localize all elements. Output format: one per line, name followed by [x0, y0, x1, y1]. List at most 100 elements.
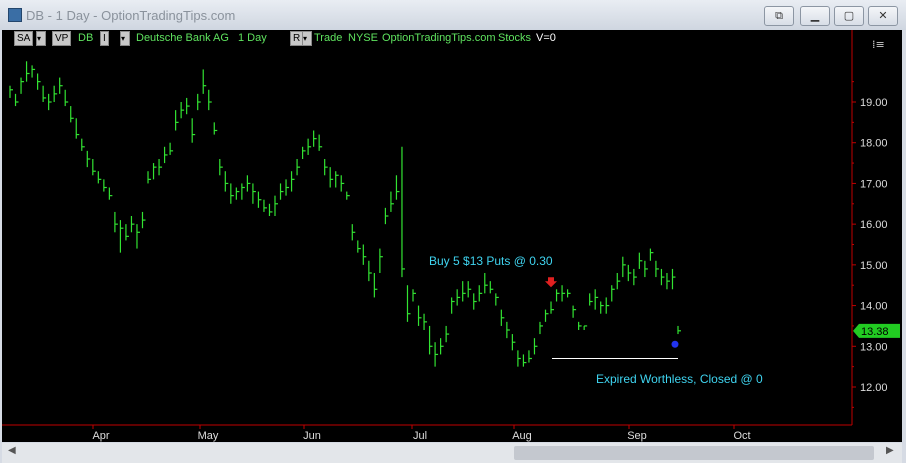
- price-chart: Buy 5 $13 Puts @ 0.30 Expired Worthless, …: [2, 30, 900, 442]
- minimize-button[interactable]: ▁: [800, 6, 830, 26]
- horizontal-scrollbar[interactable]: ◀ ▶: [2, 443, 902, 463]
- price-bar: [213, 122, 218, 135]
- price-bar: [578, 321, 582, 330]
- price-bar: [572, 305, 577, 318]
- price-bar: [533, 338, 538, 355]
- price-bar: [484, 273, 488, 294]
- price-bar: [202, 69, 207, 94]
- price-bar: [158, 159, 163, 176]
- scroll-thumb[interactable]: [514, 446, 874, 460]
- price-bar: [544, 309, 549, 322]
- price-bar: [136, 224, 140, 249]
- price-bar: [108, 187, 113, 200]
- price-bar: [522, 354, 527, 367]
- price-bar: [340, 175, 345, 192]
- price-bar: [42, 85, 47, 102]
- price-bar: [257, 191, 262, 208]
- price-bar: [53, 85, 58, 102]
- link-window-button[interactable]: ⧉: [764, 6, 794, 26]
- price-bar: [412, 289, 417, 302]
- price-bar: [561, 285, 566, 302]
- price-bar: [616, 273, 621, 290]
- price-bar: [622, 256, 626, 278]
- price-bar: [478, 285, 483, 302]
- price-bar: [14, 93, 19, 107]
- price-bar: [241, 183, 245, 200]
- price-bar: [406, 285, 411, 322]
- price-bar: [9, 85, 13, 98]
- price-bar: [589, 293, 593, 306]
- price-bar: [324, 159, 328, 176]
- x-tick-label: Oct: [733, 430, 750, 442]
- price-bar: [511, 334, 516, 351]
- x-tick-label: Aug: [512, 430, 532, 442]
- price-bar: [246, 175, 251, 192]
- price-bar: [81, 138, 85, 151]
- price-bar: [279, 183, 284, 200]
- price-bar: [97, 171, 102, 184]
- scroll-right-icon[interactable]: ▶: [886, 445, 894, 456]
- price-bar: [600, 301, 604, 314]
- price-bar: [611, 285, 615, 302]
- price-bar: [37, 73, 41, 90]
- app-icon: [8, 8, 22, 22]
- x-tick-label: Apr: [92, 430, 109, 442]
- y-tick-label: 14.00: [860, 301, 888, 313]
- price-bar: [666, 273, 670, 290]
- price-bar: [313, 130, 317, 147]
- price-bar: [368, 260, 372, 282]
- price-bar: [290, 171, 295, 192]
- price-bar: [163, 146, 168, 164]
- price-bar: [235, 187, 240, 200]
- price-bar: [230, 183, 234, 204]
- price-bar: [390, 191, 394, 212]
- price-bar: [467, 281, 472, 298]
- price-bar: [627, 264, 632, 282]
- price-bar: [86, 150, 91, 168]
- price-bar: [169, 142, 174, 155]
- price-bar: [605, 297, 610, 314]
- price-bar: [417, 305, 422, 326]
- close-button[interactable]: ✕: [868, 6, 898, 26]
- x-tick-label: Sep: [627, 430, 647, 442]
- chart-area[interactable]: SA ▾ VP DB I ▾ Deutsche Bank AG 1 Day R …: [2, 30, 902, 442]
- price-bar: [197, 93, 201, 111]
- price-bar: [423, 313, 428, 330]
- price-bar: [583, 325, 588, 330]
- price-bar: [252, 183, 256, 204]
- price-bar: [48, 93, 52, 111]
- buy-marker-icon: [545, 277, 557, 288]
- price-bar: [59, 77, 63, 94]
- price-bar: [434, 342, 439, 367]
- price-bar: [147, 171, 152, 184]
- x-tick-label: Jul: [413, 430, 427, 442]
- price-bar: [633, 268, 637, 286]
- price-bar: [224, 171, 229, 192]
- title-bar: DB - 1 Day - OptionTradingTips.com ⧉ ▁ ▢…: [0, 0, 906, 30]
- price-bar: [384, 207, 389, 225]
- price-bar: [649, 248, 654, 261]
- price-bar: [119, 220, 124, 253]
- price-bar: [462, 281, 466, 302]
- price-bar: [456, 289, 461, 306]
- window-title: DB - 1 Day - OptionTradingTips.com: [26, 8, 236, 23]
- price-bar: [175, 110, 179, 131]
- price-bar: [362, 244, 367, 265]
- price-bar: [671, 268, 676, 290]
- price-bar: [92, 159, 96, 176]
- y-tick-label: 15.00: [860, 260, 888, 272]
- price-bar: [428, 325, 433, 355]
- price-bar: [555, 289, 560, 302]
- price-bar: [401, 146, 405, 278]
- price-bar: [208, 89, 212, 111]
- exit-annotation: Expired Worthless, Closed @ 0: [596, 372, 763, 386]
- price-bar: [539, 321, 543, 335]
- restore-button[interactable]: ▢: [834, 6, 864, 26]
- price-bar: [285, 179, 290, 196]
- buy-annotation: Buy 5 $13 Puts @ 0.30: [429, 254, 553, 268]
- scroll-left-icon[interactable]: ◀: [8, 445, 16, 456]
- price-bar: [141, 211, 146, 229]
- price-bar: [500, 309, 505, 326]
- price-bar: [31, 65, 36, 78]
- price-bar: [660, 268, 665, 286]
